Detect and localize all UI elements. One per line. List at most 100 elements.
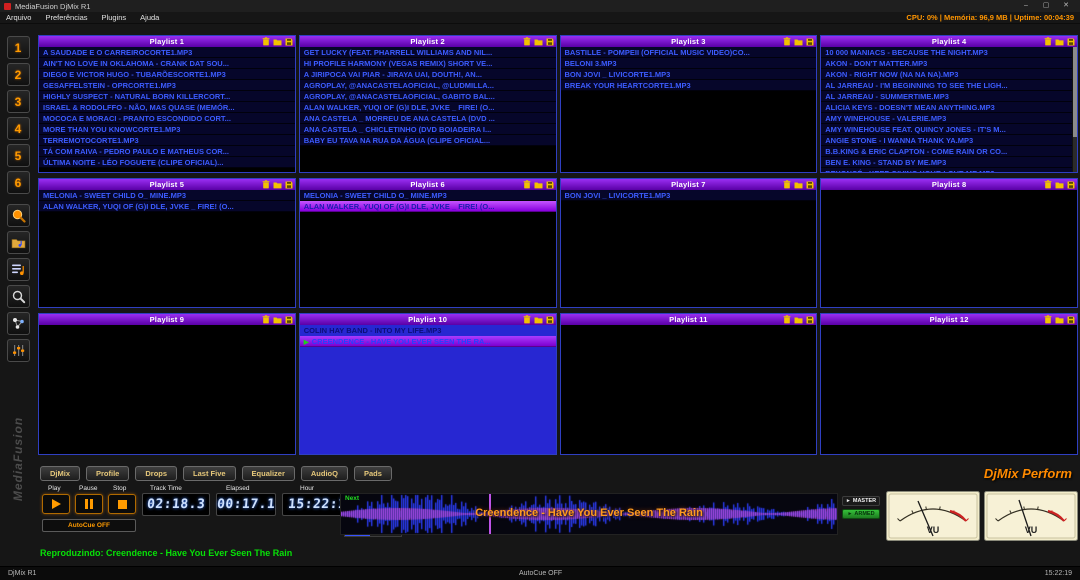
track-item[interactable]: MORE THAN YOU KNOWCORTE1.MP3 <box>39 124 295 135</box>
playlist-body[interactable]: COLIN HAY BAND - INTO MY LIFE.MP3▶CREEND… <box>300 325 556 454</box>
track-item[interactable]: 10 000 MANIACS - BECAUSE THE NIGHT.MP3 <box>821 47 1077 58</box>
waveform-display[interactable]: Next Creendence - Have You Ever Seen The… <box>340 493 838 535</box>
track-item[interactable]: HI PROFILE HARMONY (VEGAS REMIX) SHORT V… <box>300 58 556 69</box>
sidebar-page-5-button[interactable]: 5 <box>7 144 30 167</box>
folder-icon[interactable] <box>794 181 803 189</box>
playlist-body[interactable] <box>821 190 1077 307</box>
folder-icon[interactable] <box>534 316 543 324</box>
track-item[interactable]: MELONIA - SWEET CHILD O_ MINE.MP3 <box>39 190 295 201</box>
track-item[interactable]: TÁ COM RAIVA - PEDRO PAULO E MATHEUS COR… <box>39 146 295 157</box>
toolbar-audioq-button[interactable]: AudioQ <box>301 466 348 481</box>
menu-plugins[interactable]: Plugins <box>102 13 127 22</box>
playlist-body[interactable] <box>39 325 295 454</box>
save-icon[interactable] <box>806 38 814 46</box>
master-button[interactable]: ► MASTER <box>842 496 880 506</box>
folder-icon[interactable] <box>794 38 803 46</box>
track-item[interactable]: ANA CASTELA _ CHICLETINHO (DVD BOIADEIRA… <box>300 124 556 135</box>
track-item[interactable]: BASTILLE - POMPEII (OFFICIAL MUSIC VIDEO… <box>561 47 817 58</box>
toolbar-last-five-button[interactable]: Last Five <box>183 466 236 481</box>
toolbar-djmix-button[interactable]: DjMix <box>40 466 80 481</box>
trash-icon[interactable] <box>523 315 531 324</box>
folder-icon[interactable] <box>273 316 282 324</box>
save-icon[interactable] <box>546 316 554 324</box>
sidebar-tool-button[interactable] <box>7 339 30 362</box>
toolbar-equalizer-button[interactable]: Equalizer <box>242 466 295 481</box>
track-item[interactable]: AGROPLAY, @ANACASTELAOFICIAL, @LUDMILLA.… <box>300 80 556 91</box>
track-item[interactable]: A JIRIPOCA VAI PIAR - JIRAYA UAI, DOUTH!… <box>300 69 556 80</box>
save-icon[interactable] <box>806 181 814 189</box>
save-icon[interactable] <box>1067 181 1075 189</box>
track-item[interactable]: BELONI 3.MP3 <box>561 58 817 69</box>
pause-button[interactable] <box>75 494 103 514</box>
track-item[interactable]: ANA CASTELA _ MORREU DE ANA CASTELA (DVD… <box>300 113 556 124</box>
scrollbar-thumb[interactable] <box>1073 47 1077 137</box>
track-item[interactable]: ALAN WALKER, YUQI OF (G)I DLE, JVKE _ FI… <box>300 201 556 212</box>
folder-icon[interactable] <box>534 38 543 46</box>
track-item[interactable]: TERREMOTOCORTE1.MP3 <box>39 135 295 146</box>
save-icon[interactable] <box>1067 38 1075 46</box>
track-item[interactable]: DIEGO E VICTOR HUGO - TUBARÕESCORTE1.MP3 <box>39 69 295 80</box>
sidebar-tool-button[interactable] <box>7 204 30 227</box>
trash-icon[interactable] <box>262 180 270 189</box>
folder-icon[interactable] <box>1055 181 1064 189</box>
playlist-body[interactable]: BON JOVI _ LIVICORTE1.MP3 <box>561 190 817 307</box>
trash-icon[interactable] <box>783 180 791 189</box>
track-item[interactable]: GET LUCKY (FEAT. PHARRELL WILLIAMS AND N… <box>300 47 556 58</box>
track-item[interactable]: ALAN WALKER, YUQI OF (G)I DLE, JVKE _ FI… <box>39 201 295 212</box>
track-item[interactable]: B.B.KING & ERIC CLAPTON - COME RAIN OR C… <box>821 146 1077 157</box>
trash-icon[interactable] <box>523 37 531 46</box>
playlist-body[interactable]: MELONIA - SWEET CHILD O_ MINE.MP3ALAN WA… <box>39 190 295 307</box>
playlist-body[interactable]: BASTILLE - POMPEII (OFFICIAL MUSIC VIDEO… <box>561 47 817 172</box>
playlist-body[interactable]: 10 000 MANIACS - BECAUSE THE NIGHT.MP3AK… <box>821 47 1077 172</box>
menu-preferencias[interactable]: Preferências <box>45 13 87 22</box>
track-item[interactable]: ALAN WALKER, YUQI OF (G)I DLE, JVKE _ FI… <box>300 102 556 113</box>
toolbar-profile-button[interactable]: Profile <box>86 466 129 481</box>
menu-ajuda[interactable]: Ajuda <box>140 13 159 22</box>
track-item[interactable]: GESAFFELSTEIN - OPRCORTE1.MP3 <box>39 80 295 91</box>
save-icon[interactable] <box>285 316 293 324</box>
track-item[interactable]: BEYONCÉ - KEEP GIVING YOUR LOVE ME.MP3 <box>821 168 1077 172</box>
folder-icon[interactable] <box>794 316 803 324</box>
track-item[interactable]: MOCOCA E MORACI - PRANTO ESCONDIDO CORT.… <box>39 113 295 124</box>
stop-button[interactable] <box>108 494 136 514</box>
maximize-button[interactable]: ▢ <box>1036 0 1056 12</box>
save-icon[interactable] <box>1067 316 1075 324</box>
folder-icon[interactable] <box>534 181 543 189</box>
track-item[interactable]: BABY EU TAVA NA RUA DA ÁGUA (CLIPE OFICI… <box>300 135 556 146</box>
playlist-body[interactable] <box>561 325 817 454</box>
toolbar-drops-button[interactable]: Drops <box>135 466 177 481</box>
track-item[interactable]: AL JARREAU - SUMMERTIME.MP3 <box>821 91 1077 102</box>
track-item[interactable]: AGROPLAY, @ANACASTELAOFICIAL, GABITO BAL… <box>300 91 556 102</box>
folder-icon[interactable] <box>273 181 282 189</box>
playlist-body[interactable]: MELONIA - SWEET CHILD O_ MINE.MP3ALAN WA… <box>300 190 556 307</box>
track-item[interactable]: AKON - DON'T MATTER.MP3 <box>821 58 1077 69</box>
track-item[interactable]: BEN E. KING - STAND BY ME.MP3 <box>821 157 1077 168</box>
trash-icon[interactable] <box>1044 315 1052 324</box>
sidebar-tool-button[interactable] <box>7 312 30 335</box>
track-item[interactable]: A SAUDADE E O CARREIROCORTE1.MP3 <box>39 47 295 58</box>
track-item[interactable]: AMY WINEHOUSE FEAT. QUINCY JONES - IT'S … <box>821 124 1077 135</box>
track-item[interactable]: AMY WINEHOUSE - VALERIE.MP3 <box>821 113 1077 124</box>
sidebar-page-4-button[interactable]: 4 <box>7 117 30 140</box>
minimize-button[interactable]: – <box>1016 0 1036 12</box>
track-item[interactable]: COLIN HAY BAND - INTO MY LIFE.MP3 <box>300 325 556 336</box>
trash-icon[interactable] <box>262 37 270 46</box>
toolbar-pads-button[interactable]: Pads <box>354 466 392 481</box>
folder-icon[interactable] <box>273 38 282 46</box>
track-item[interactable]: ISRAEL & RODOLFFO - NÃO, MAS QUASE (MEMÓ… <box>39 102 295 113</box>
track-item[interactable]: BREAK YOUR HEARTCORTE1.MP3 <box>561 80 817 91</box>
save-icon[interactable] <box>806 316 814 324</box>
trash-icon[interactable] <box>1044 180 1052 189</box>
track-item[interactable]: ÚLTIMA NOITE - LÉO FOGUETE (CLIPE OFICIA… <box>39 157 295 168</box>
sidebar-page-2-button[interactable]: 2 <box>7 63 30 86</box>
playlist-body[interactable] <box>821 325 1077 454</box>
folder-icon[interactable] <box>1055 316 1064 324</box>
sidebar-page-1-button[interactable]: 1 <box>7 36 30 59</box>
trash-icon[interactable] <box>783 315 791 324</box>
sidebar-tool-button[interactable] <box>7 285 30 308</box>
track-item[interactable]: BON JOVI _ LIVICORTE1.MP3 <box>561 190 817 201</box>
menu-arquivo[interactable]: Arquivo <box>6 13 31 22</box>
track-item[interactable]: ANGIE STONE - I WANNA THANK YA.MP3 <box>821 135 1077 146</box>
sidebar-page-3-button[interactable]: 3 <box>7 90 30 113</box>
playlist-body[interactable]: GET LUCKY (FEAT. PHARRELL WILLIAMS AND N… <box>300 47 556 172</box>
